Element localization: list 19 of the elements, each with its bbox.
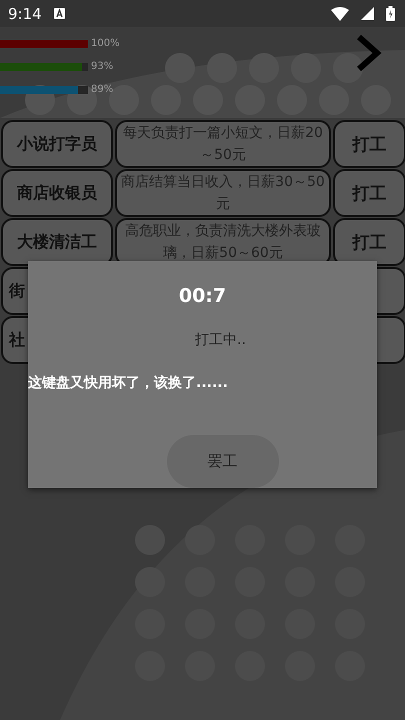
work-button[interactable]: 打工: [333, 169, 405, 217]
job-name-cell: 大楼清洁工: [1, 218, 113, 266]
timer-text: 00:7: [178, 285, 226, 307]
work-button[interactable]: 打工: [333, 218, 405, 266]
job-name-cell: 小说打字员: [1, 120, 113, 168]
signal-icon: [361, 7, 374, 20]
chevron-right-icon[interactable]: [355, 33, 383, 73]
status-time: 9:14: [8, 4, 42, 22]
stat-percent: 93%: [91, 61, 114, 72]
work-button[interactable]: 打工: [333, 120, 405, 168]
battery-icon: [386, 6, 395, 21]
stat-percent: 100%: [91, 38, 120, 49]
wifi-icon: [331, 6, 349, 20]
event-message: 这键盘又快用坏了，该换了......: [28, 374, 228, 392]
stat-percent: 89%: [91, 84, 114, 95]
notification-icon: [54, 8, 65, 19]
quit-button[interactable]: 罢工: [166, 435, 278, 488]
working-status: 打工中..: [195, 331, 246, 349]
job-name-cell: 商店收银员: [1, 169, 113, 217]
